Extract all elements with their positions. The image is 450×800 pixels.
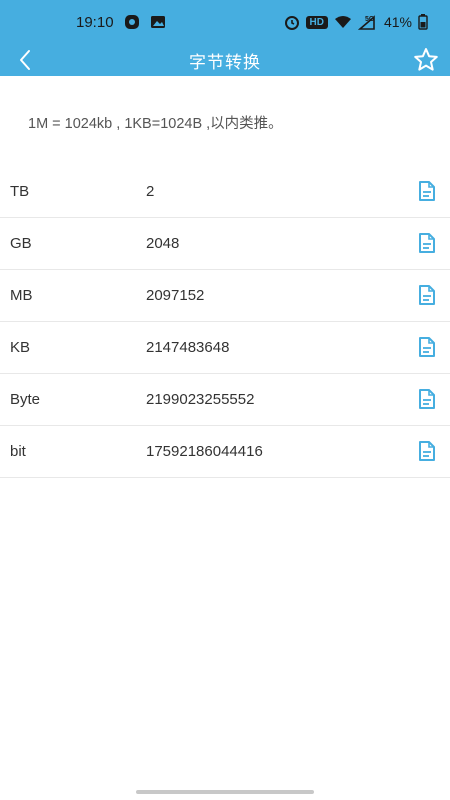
unit-row-bit: bit 17592186044416 — [0, 426, 450, 478]
battery-percent: 41% — [383, 14, 412, 30]
unit-name: MB — [10, 287, 33, 304]
status-time: 19:10 — [76, 13, 114, 31]
copy-document-icon[interactable] — [417, 388, 437, 410]
page-title: 字节转换 — [189, 52, 261, 72]
signal-5g-icon: 5G — [357, 14, 378, 30]
network-label: 5G — [365, 16, 375, 23]
unit-name: GB — [10, 235, 32, 252]
unit-value: 2199023255552 — [146, 391, 255, 408]
copy-document-icon[interactable] — [417, 284, 437, 306]
copy-document-icon[interactable] — [417, 232, 437, 254]
wifi-icon — [334, 15, 352, 29]
copy-document-icon[interactable] — [417, 440, 437, 462]
unit-value: 2048 — [146, 235, 180, 252]
favorite-button[interactable] — [412, 46, 440, 74]
copy-document-icon[interactable] — [417, 336, 437, 358]
unit-value: 2097152 — [146, 287, 205, 304]
unit-value: 2 — [146, 183, 155, 200]
unit-row-tb: TB 2 — [0, 166, 450, 218]
unit-value: 2147483648 — [146, 339, 230, 356]
unit-row-gb: GB 2048 — [0, 218, 450, 270]
star-outline-icon — [414, 48, 438, 71]
unit-row-kb: KB 2147483648 — [0, 322, 450, 374]
unit-value: 17592186044416 — [146, 443, 263, 460]
image-notification-icon — [150, 15, 166, 29]
hd-badge: HD — [305, 15, 328, 29]
app-bar: 字节转换 — [0, 44, 450, 76]
unit-name: bit — [10, 443, 26, 460]
conversion-hint: 1M = 1024kb , 1KB=1024B ,以内类推。 — [28, 116, 283, 132]
unit-row-byte: Byte 2199023255552 — [0, 374, 450, 426]
unit-name: TB — [10, 183, 30, 200]
back-arrow-icon — [20, 50, 30, 70]
app-notification-icon — [124, 14, 140, 30]
unit-name: Byte — [10, 391, 41, 408]
home-indicator[interactable] — [136, 790, 314, 794]
unit-list: TB 2 GB 2048 MB 2097152 KB 2147483648 Byte 219902… — [0, 166, 450, 478]
unit-row-mb: MB 2097152 — [0, 270, 450, 322]
alarm-icon — [284, 14, 300, 30]
status-bar: 19:10 HD 5G 41% — [0, 0, 450, 44]
back-button[interactable] — [14, 48, 40, 72]
unit-name: KB — [10, 339, 31, 356]
copy-document-icon[interactable] — [417, 180, 437, 202]
battery-icon — [418, 14, 428, 30]
